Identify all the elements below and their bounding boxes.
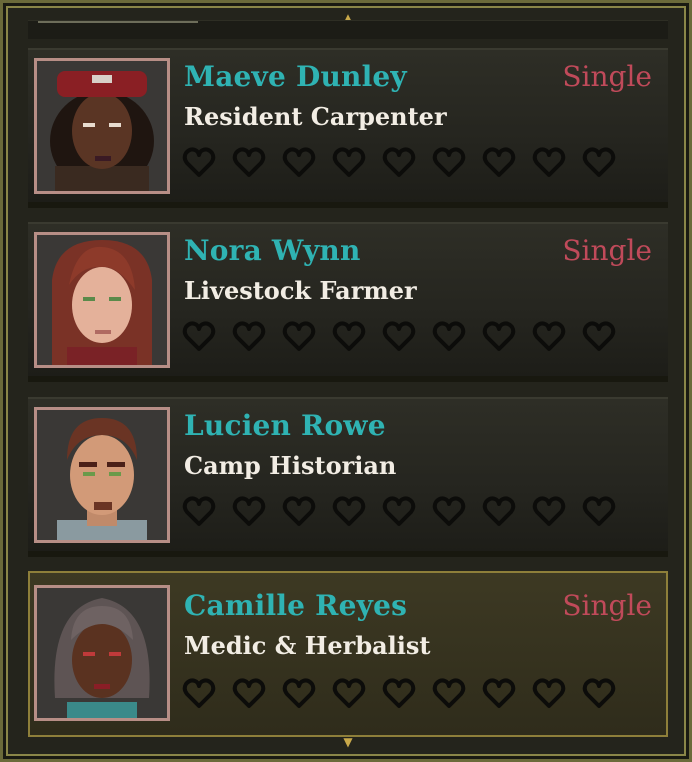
villager-portrait: [34, 58, 170, 194]
relationship-status: Single: [562, 589, 652, 622]
villager-card[interactable]: Lucien Rowe Camp Historian: [28, 397, 668, 557]
heart-icon: [382, 495, 416, 529]
villager-portrait: [34, 232, 170, 368]
heart-icon: [332, 495, 366, 529]
heart-icon: [182, 495, 216, 529]
heart-icon: [382, 146, 416, 180]
heart-icon: [482, 320, 516, 354]
villager-card-selected[interactable]: Camille Reyes Single Medic & Herbalist: [28, 571, 668, 737]
villager-card[interactable]: Maeve Dunley Single Resident Carpenter: [28, 48, 668, 208]
villager-name: Camille Reyes: [184, 589, 408, 622]
heart-icon: [432, 146, 466, 180]
villager-portrait: [34, 585, 170, 721]
heart-icon: [532, 677, 566, 711]
heart-icon: [282, 146, 316, 180]
scroll-down-arrow-icon[interactable]: ▼: [339, 736, 357, 748]
portrait-camille-icon: [37, 588, 167, 718]
relationship-status: Single: [562, 60, 652, 93]
heart-icon: [332, 320, 366, 354]
heart-icon: [582, 146, 616, 180]
villager-name: Nora Wynn: [184, 234, 361, 267]
heart-icon: [532, 146, 566, 180]
heart-icon: [582, 320, 616, 354]
heart-icon: [332, 677, 366, 711]
heart-icon: [232, 146, 266, 180]
villager-role: Medic & Herbalist: [184, 631, 431, 660]
heart-icon: [532, 320, 566, 354]
heart-icon: [582, 677, 616, 711]
heart-icon: [382, 677, 416, 711]
heart-icon: [582, 495, 616, 529]
relationship-status: Single: [562, 234, 652, 267]
heart-icon: [232, 320, 266, 354]
heart-icon: [532, 495, 566, 529]
heart-meter: [182, 146, 632, 180]
villager-role: Resident Carpenter: [184, 102, 447, 131]
heart-icon: [382, 320, 416, 354]
villager-role: Camp Historian: [184, 451, 397, 480]
heart-meter: [182, 495, 632, 529]
portrait-maeve-icon: [37, 61, 167, 191]
heart-icon: [432, 677, 466, 711]
heart-icon: [282, 320, 316, 354]
villager-name: Maeve Dunley: [184, 60, 407, 93]
heart-icon: [432, 495, 466, 529]
villager-card[interactable]: Nora Wynn Single Livestock Farmer: [28, 222, 668, 382]
heart-icon: [282, 677, 316, 711]
portrait-nora-icon: [37, 235, 167, 365]
villager-role: Livestock Farmer: [184, 276, 417, 305]
villager-portrait: [34, 407, 170, 543]
heart-meter: [182, 320, 632, 354]
heart-icon: [182, 677, 216, 711]
heart-icon: [182, 320, 216, 354]
portrait-lucien-icon: [37, 410, 167, 540]
heart-icon: [332, 146, 366, 180]
heart-icon: [282, 495, 316, 529]
heart-icon: [482, 146, 516, 180]
previous-card-edge: [28, 20, 668, 39]
heart-icon: [182, 146, 216, 180]
heart-icon: [432, 320, 466, 354]
heart-meter: [182, 677, 632, 711]
heart-icon: [232, 677, 266, 711]
heart-icon: [482, 677, 516, 711]
villager-name: Lucien Rowe: [184, 409, 386, 442]
heart-icon: [482, 495, 516, 529]
heart-icon: [232, 495, 266, 529]
